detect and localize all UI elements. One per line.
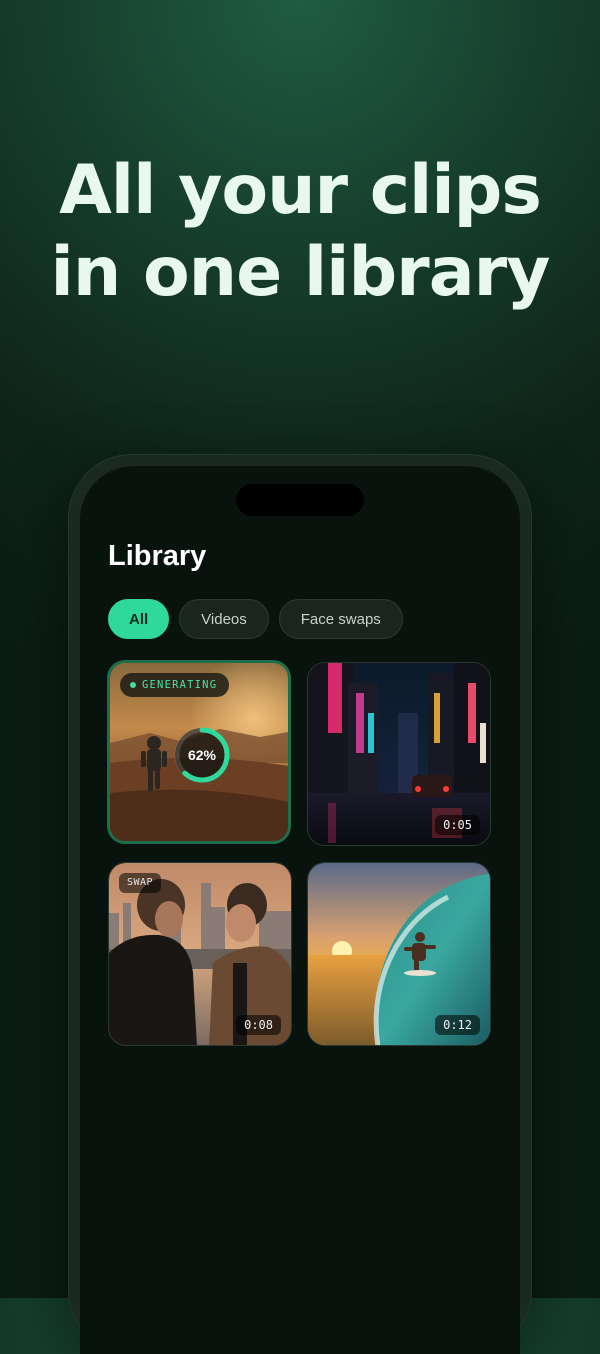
duration-label: 0:05 (435, 815, 480, 835)
duration-label: 0:12 (435, 1015, 480, 1035)
swap-badge: SWAP (119, 873, 162, 893)
clip-card-neon-city[interactable]: 0:05 (307, 662, 491, 846)
tab-videos[interactable]: Videos (179, 599, 269, 639)
generating-status: GENERATING (142, 679, 218, 691)
tab-all[interactable]: All (108, 599, 170, 639)
progress-percent: 62% (187, 747, 217, 763)
dynamic-island (236, 484, 364, 516)
headline-line-1: All your clips (59, 151, 542, 230)
generating-badge: GENERATING (120, 673, 230, 697)
clip-card-surfer[interactable]: 0:12 (307, 862, 491, 1046)
page-title: Library (108, 540, 207, 572)
filter-tabs: All Videos Face swaps (108, 599, 403, 639)
tab-face-swaps[interactable]: Face swaps (278, 599, 403, 639)
phone-frame: Library All Videos Face swaps GENERATING… (68, 454, 532, 1354)
duration-label: 0:08 (236, 1015, 281, 1035)
headline: All your clips in one library (0, 150, 600, 314)
clip-card-face-swap[interactable]: SWAP 0:08 (108, 862, 292, 1046)
clip-card-generating[interactable]: GENERATING 62% (107, 660, 291, 844)
phone-screen: Library All Videos Face swaps GENERATING… (80, 466, 520, 1354)
headline-line-2: in one library (50, 233, 551, 312)
status-dot-icon (130, 682, 136, 688)
